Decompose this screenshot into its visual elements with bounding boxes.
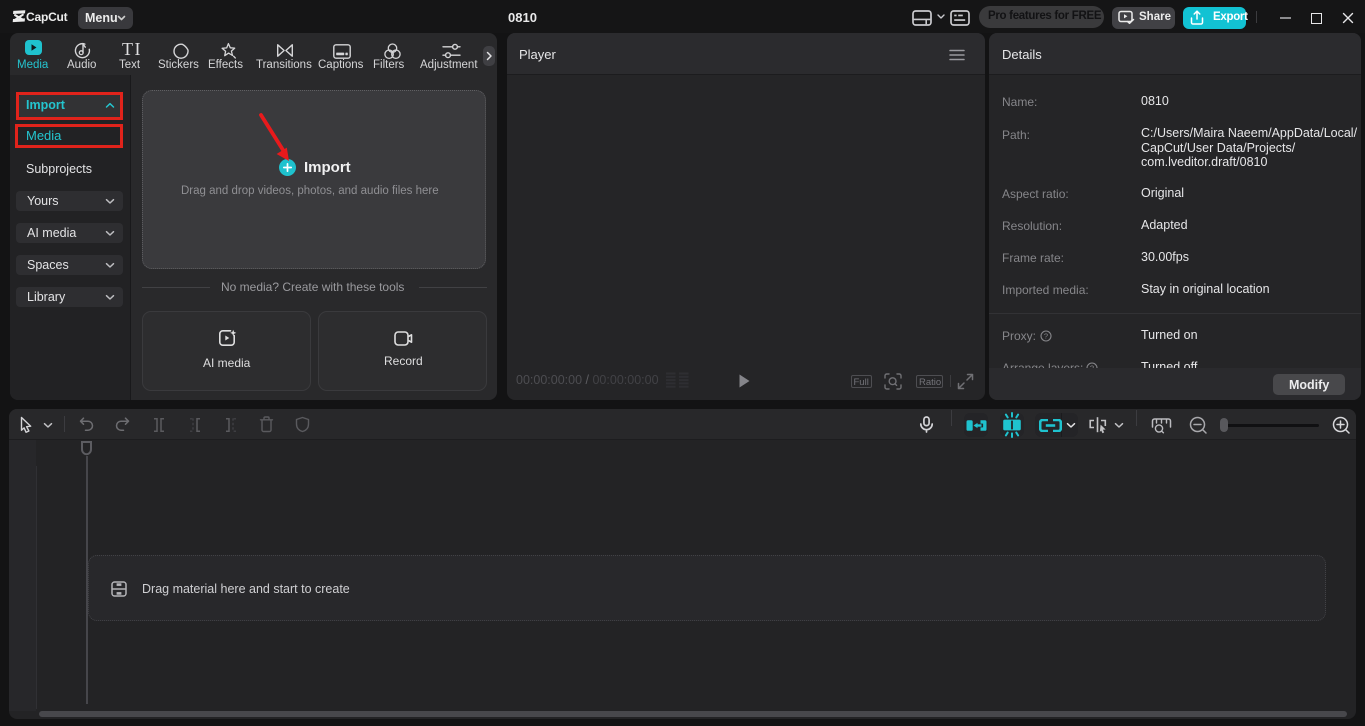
svg-text:?: ?	[1044, 332, 1048, 341]
